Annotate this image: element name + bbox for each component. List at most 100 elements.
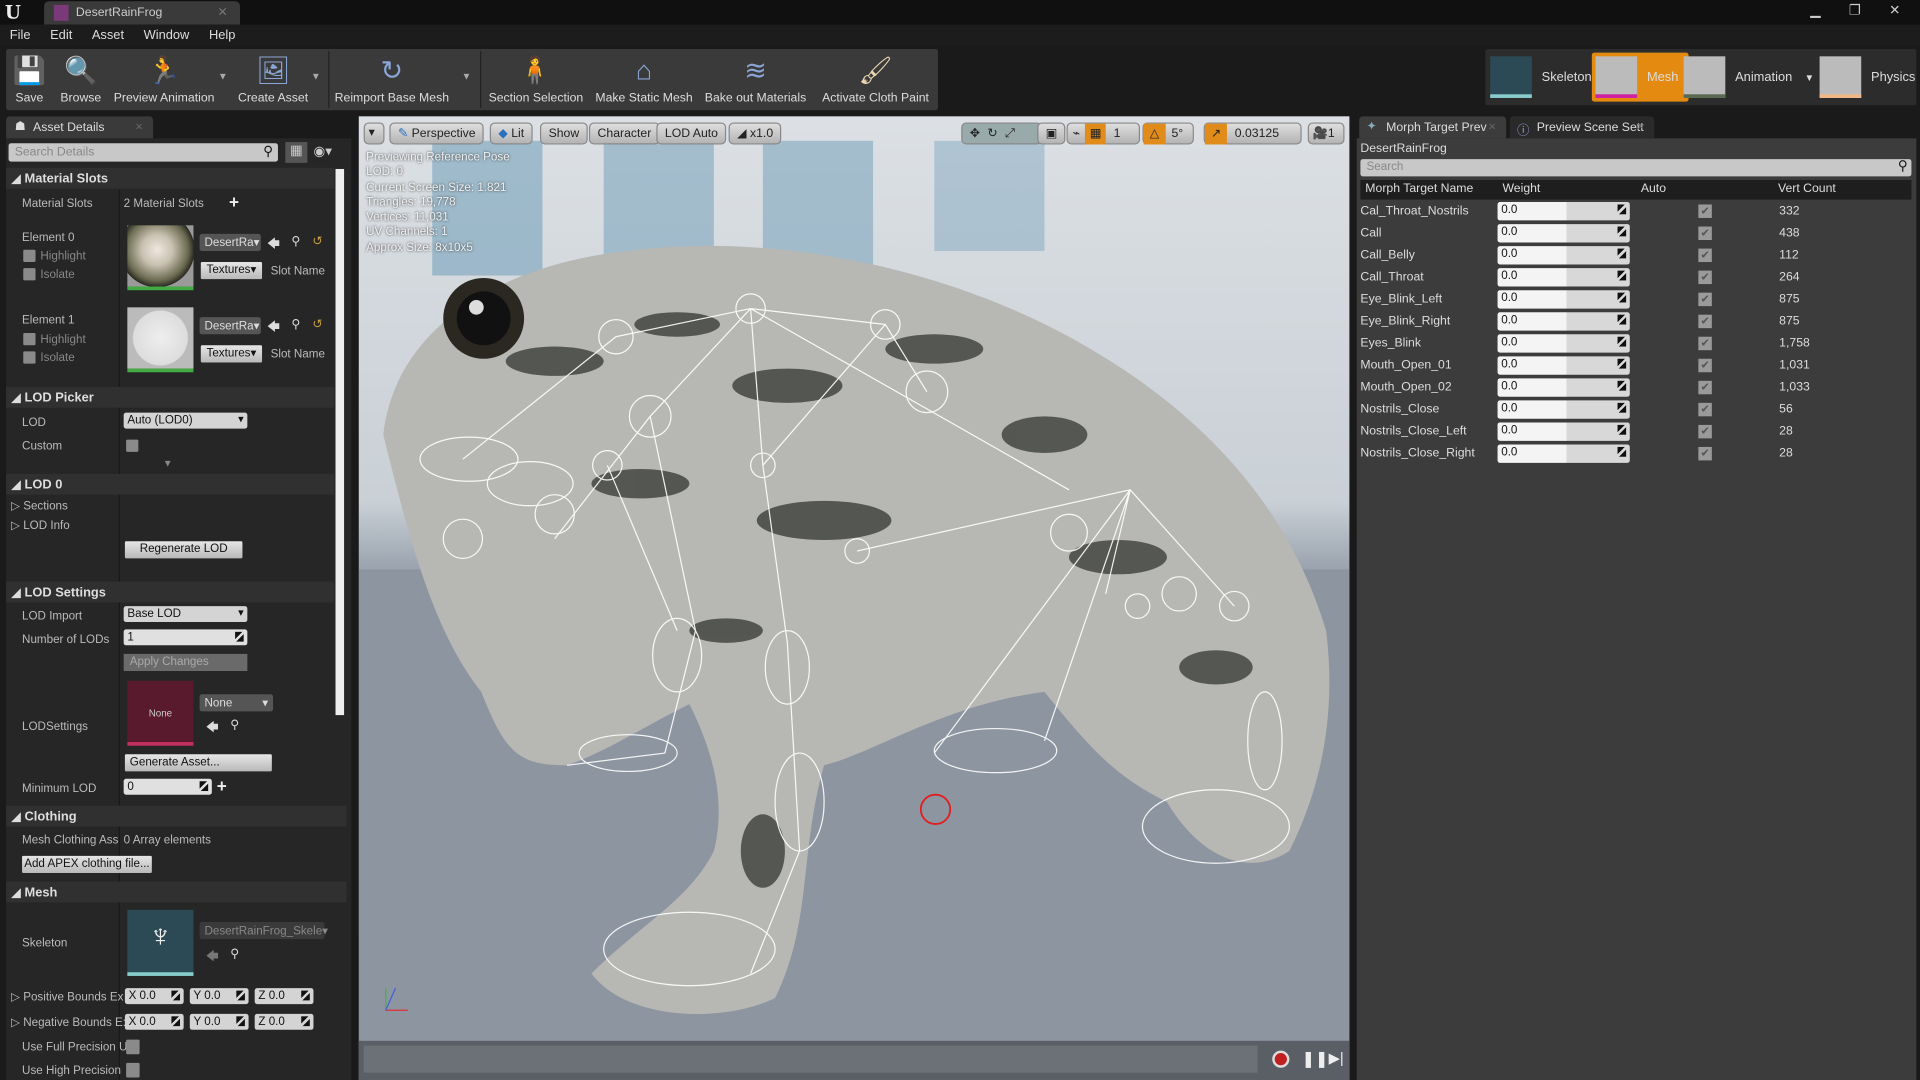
activate-cloth-paint-button[interactable]: 🖌 Activate Cloth Paint xyxy=(818,49,933,110)
regenerate-lod-button[interactable]: Regenerate LOD xyxy=(124,541,243,559)
negative-bounds-z[interactable]: Z 0.0 xyxy=(254,1013,314,1030)
scale-snap-value[interactable]: 0.03125 xyxy=(1227,124,1286,145)
tab-morph-target-preview[interactable]: ✦ Morph Target Prev ✕ xyxy=(1359,116,1507,139)
scale-snap-group[interactable]: ↗ 0.03125 xyxy=(1203,122,1302,145)
camera-speed-button[interactable]: 🎥1 xyxy=(1307,122,1345,145)
grid-snap-group[interactable]: ⌁ ▦ 1 xyxy=(1066,122,1141,145)
use-selected-arrow-icon[interactable]: 🡄 xyxy=(206,719,219,740)
textures-dropdown-1[interactable]: Textures▾ xyxy=(200,345,263,363)
element-0-isolate-checkbox[interactable] xyxy=(23,268,36,281)
auto-checkbox[interactable]: ✔ xyxy=(1698,292,1712,307)
morph-weight-slider[interactable]: 0.0 xyxy=(1497,246,1630,265)
grid-snap-value[interactable]: 1 xyxy=(1106,124,1128,145)
show-button[interactable]: Show xyxy=(540,122,588,145)
window-controls[interactable]: ▁ ❐ ✕ xyxy=(1810,2,1912,19)
morph-weight-slider[interactable]: 0.0 xyxy=(1497,444,1630,463)
rotation-snap-group[interactable]: △ 5° xyxy=(1142,122,1194,145)
morph-search-input[interactable]: Search ⚲ xyxy=(1360,159,1912,177)
browse-asset-icon[interactable]: ⚲ xyxy=(291,235,300,248)
record-button[interactable] xyxy=(1272,1050,1290,1068)
auto-checkbox[interactable]: ✔ xyxy=(1698,314,1712,329)
view-options-grid-icon[interactable]: ▦ xyxy=(285,142,308,163)
browse-asset-icon[interactable]: ⚲ xyxy=(291,318,300,331)
negative-bounds-x[interactable]: X 0.0 xyxy=(124,1013,184,1030)
section-material-slots[interactable]: ◢ Material Slots xyxy=(6,167,335,189)
column-weight[interactable]: Weight xyxy=(1502,182,1540,195)
add-apex-clothing-button[interactable]: Add APEX clothing file... xyxy=(22,855,152,874)
auto-checkbox[interactable]: ✔ xyxy=(1698,270,1712,285)
element-1-highlight-checkbox[interactable] xyxy=(23,333,36,346)
scale-icon[interactable]: ⤢ xyxy=(1005,127,1022,140)
textures-dropdown-0[interactable]: Textures▾ xyxy=(200,262,263,280)
section-clothing[interactable]: ◢ Clothing xyxy=(6,805,347,827)
section-lod-picker[interactable]: ◢ LOD Picker xyxy=(6,386,335,408)
section-lod-settings[interactable]: ◢ LOD Settings xyxy=(6,581,335,603)
auto-checkbox[interactable]: ✔ xyxy=(1698,380,1712,395)
number-of-lods-input[interactable]: 1 xyxy=(123,629,248,646)
close-tab-icon[interactable]: ✕ xyxy=(1488,121,1496,132)
pause-button[interactable]: ❚❚ xyxy=(1302,1049,1329,1069)
viewport-options-dropdown[interactable]: ▾ xyxy=(363,122,385,145)
close-tab-icon[interactable]: ✕ xyxy=(217,6,227,19)
details-scrollbar[interactable] xyxy=(335,168,345,716)
lod-info-row[interactable]: ▷ LOD Info xyxy=(11,519,70,532)
lit-button[interactable]: ◆ Lit xyxy=(489,122,533,145)
use-selected-arrow-icon[interactable]: 🡄 xyxy=(267,318,280,339)
save-button[interactable]: 💾 Save xyxy=(9,49,51,110)
material-0-dropdown[interactable]: DesertRa▾ xyxy=(199,233,261,252)
auto-checkbox[interactable]: ✔ xyxy=(1698,204,1712,218)
section-mesh[interactable]: ◢ Mesh xyxy=(6,881,347,903)
step-forward-button[interactable]: ▶| xyxy=(1329,1049,1344,1066)
surface-snap-icon[interactable]: ⌁ xyxy=(1068,124,1085,145)
morph-weight-slider[interactable]: 0.0 xyxy=(1497,356,1630,375)
element-0-highlight-checkbox[interactable] xyxy=(23,249,36,263)
preview-animation-button[interactable]: 🏃 Preview Animation xyxy=(111,49,216,110)
tab-asset-details[interactable]: ☗ Asset Details ✕ xyxy=(6,116,154,139)
bake-out-materials-button[interactable]: ≋ Bake out Materials xyxy=(703,49,808,110)
menu-edit[interactable]: Edit xyxy=(40,24,82,43)
rotation-snap-icon[interactable]: △ xyxy=(1143,123,1166,145)
tab-preview-scene-settings[interactable]: ⓘ Preview Scene Sett ✕ xyxy=(1509,116,1655,139)
mode-mesh-button[interactable]: Mesh xyxy=(1591,52,1689,102)
mode-animation-button[interactable]: Animation ▼ xyxy=(1683,53,1814,102)
make-static-mesh-button[interactable]: ⌂ Make Static Mesh xyxy=(595,49,693,110)
document-tab[interactable]: DesertRainFrog ✕ xyxy=(44,1,241,25)
lod-settings-thumbnail[interactable]: None xyxy=(127,680,194,746)
perspective-button[interactable]: ✎ Perspective xyxy=(389,122,485,145)
auto-checkbox[interactable]: ✔ xyxy=(1698,446,1712,461)
reimport-base-mesh-button[interactable]: ↻ Reimport Base Mesh xyxy=(334,49,449,110)
add-platform-override-icon[interactable]: + xyxy=(217,776,227,796)
section-selection-button[interactable]: 🧍 Section Selection xyxy=(489,49,584,110)
morph-weight-slider[interactable]: 0.0 xyxy=(1497,422,1630,441)
morph-weight-slider[interactable]: 0.0 xyxy=(1497,290,1630,309)
playback-speed-button[interactable]: ◢ x1.0 xyxy=(728,122,782,145)
browse-button[interactable]: 🔍 Browse xyxy=(55,49,106,110)
sections-row[interactable]: ▷ Sections xyxy=(11,500,68,513)
morph-weight-slider[interactable]: 0.0 xyxy=(1497,312,1630,331)
high-precision-checkbox[interactable] xyxy=(126,1062,140,1078)
auto-checkbox[interactable]: ✔ xyxy=(1698,424,1712,439)
rotation-snap-value[interactable]: 5° xyxy=(1165,124,1189,145)
section-lod-0[interactable]: ◢ LOD 0 xyxy=(6,473,335,495)
reset-icon[interactable]: ↺ xyxy=(312,235,322,248)
menu-window[interactable]: Window xyxy=(134,24,199,43)
element-1-isolate-checkbox[interactable] xyxy=(23,351,36,364)
grid-snap-icon[interactable]: ▦ xyxy=(1084,123,1107,145)
close-tab-icon[interactable]: ✕ xyxy=(1636,121,1644,132)
lod-import-select[interactable]: Base LOD xyxy=(123,606,248,623)
custom-lod-checkbox[interactable] xyxy=(126,439,139,452)
lod-settings-dropdown[interactable]: None ▾ xyxy=(199,694,274,712)
material-thumbnail-0[interactable] xyxy=(127,225,194,291)
character-button[interactable]: Character xyxy=(588,122,660,145)
reset-icon[interactable]: ↺ xyxy=(312,318,322,331)
preview-animation-dropdown-icon[interactable]: ▼ xyxy=(218,71,228,82)
create-asset-button[interactable]: 🖼 Create Asset xyxy=(234,49,312,110)
use-selected-arrow-icon[interactable]: 🡄 xyxy=(267,235,280,256)
skeleton-thumbnail[interactable]: ♆ xyxy=(127,909,194,976)
reimport-dropdown-icon[interactable]: ▼ xyxy=(462,71,472,82)
expand-advanced-icon[interactable]: ▼ xyxy=(163,458,173,469)
auto-checkbox[interactable]: ✔ xyxy=(1698,336,1712,351)
timeline-scrubber[interactable] xyxy=(363,1045,1258,1073)
morph-weight-slider[interactable]: 0.0 xyxy=(1497,400,1630,419)
search-details-input[interactable]: Search Details ⚲ xyxy=(8,143,278,162)
